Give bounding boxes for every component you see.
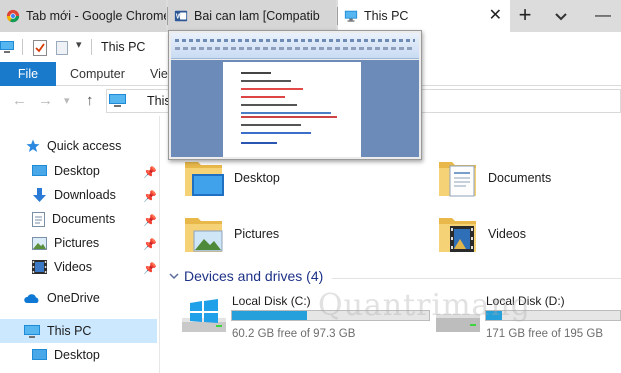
new-tab-button[interactable]: + <box>514 2 536 28</box>
divider <box>22 39 23 55</box>
desktop-icon <box>32 164 47 176</box>
tab-computer[interactable]: Computer <box>70 62 125 86</box>
pin-icon[interactable]: 📌 <box>143 166 157 179</box>
nav-label: Desktop <box>54 348 100 362</box>
tab-title: Tab mới - Google Chrome <box>26 9 166 23</box>
properties-icon[interactable] <box>33 40 47 56</box>
desktop-icon <box>32 348 47 360</box>
tab-title: This PC <box>364 9 409 23</box>
tab-new-tab[interactable]: Tab mới - Google Chrome <box>0 0 166 32</box>
onedrive-cloud-icon <box>24 293 39 303</box>
forward-arrow-icon[interactable]: → <box>38 92 53 109</box>
drive-free-space: 60.2 GB free of 97.3 GB <box>232 328 356 340</box>
folder-videos[interactable]: Videos <box>436 212 526 256</box>
tab-title: Bai can lam [Compatib <box>194 9 320 23</box>
thumbnail-page <box>223 62 361 157</box>
nav-label: Quick access <box>47 139 122 153</box>
folder-label: Pictures <box>234 227 280 241</box>
documents-folder-icon <box>439 162 476 197</box>
desktop-folder-icon <box>185 162 224 196</box>
recent-locations-chevron-icon[interactable]: ▾ <box>64 94 70 107</box>
nav-label: Downloads <box>54 188 116 202</box>
thumbnail-document-area <box>171 60 419 157</box>
pictures-folder-icon <box>185 218 223 252</box>
tab-file[interactable]: File <box>0 62 56 86</box>
folder-label: Desktop <box>234 171 280 185</box>
nav-onedrive[interactable]: OneDrive <box>24 286 100 310</box>
pin-icon[interactable]: 📌 <box>143 214 157 227</box>
this-pc-icon <box>109 94 126 107</box>
nav-label: Documents <box>52 212 116 226</box>
chevron-down-icon <box>169 273 179 280</box>
nav-quick-access[interactable]: Quick access <box>26 134 121 158</box>
devices-group-header[interactable]: Devices and drives (4) <box>168 268 323 284</box>
new-folder-icon[interactable] <box>56 41 68 55</box>
folder-documents[interactable]: Documents <box>436 156 551 200</box>
divider <box>91 39 92 55</box>
nav-label: Desktop <box>54 164 100 178</box>
nav-this-pc[interactable]: This PC <box>0 319 157 343</box>
download-icon <box>33 187 46 202</box>
drive-free-space: 171 GB free of 195 GB <box>486 328 603 340</box>
group-divider <box>332 278 621 279</box>
documents-icon <box>32 211 45 227</box>
videos-folder-icon <box>439 218 476 252</box>
pictures-icon <box>32 236 47 250</box>
thumbnail-ribbon <box>171 33 419 59</box>
nav-item-pictures[interactable]: Pictures <box>32 231 99 255</box>
drive-name: Local Disk (C:) <box>232 294 311 308</box>
up-arrow-icon[interactable]: ↑ <box>86 92 94 109</box>
word-icon: W <box>174 10 188 22</box>
nav-label: This PC <box>47 324 92 338</box>
folder-desktop[interactable]: Desktop <box>182 156 280 200</box>
chrome-icon <box>6 9 20 23</box>
navigation-pane: Quick access Desktop 📌 Downloads 📌 Docum… <box>0 116 160 373</box>
tab-this-pc[interactable]: This PC ✕ <box>338 0 510 32</box>
folder-label: Videos <box>488 227 526 241</box>
word-window-thumbnail-preview[interactable] <box>168 30 422 160</box>
videos-icon <box>32 260 47 274</box>
nav-label: OneDrive <box>47 291 100 305</box>
windows-drive-icon <box>182 299 226 332</box>
folder-label: Documents <box>488 171 552 185</box>
back-arrow-icon[interactable]: ← <box>12 92 27 109</box>
star-icon <box>26 139 40 152</box>
tab-search-chevron-icon[interactable] <box>551 6 571 26</box>
svg-text:W: W <box>176 14 183 21</box>
nav-label: Videos <box>54 260 92 274</box>
nav-this-pc-desktop[interactable]: Desktop <box>32 343 100 367</box>
folder-pictures[interactable]: Pictures <box>182 212 279 256</box>
pin-icon[interactable]: 📌 <box>143 262 157 275</box>
this-pc-icon <box>0 41 14 53</box>
nav-item-videos[interactable]: Videos <box>32 255 92 279</box>
this-pc-icon <box>344 10 358 22</box>
nav-item-desktop[interactable]: Desktop <box>32 159 100 183</box>
close-tab-icon[interactable]: ✕ <box>489 6 502 26</box>
nav-item-downloads[interactable]: Downloads <box>32 183 116 207</box>
window-title: This PC <box>101 40 146 54</box>
group-label: Devices and drives (4) <box>184 268 324 284</box>
watermark-logo: Quantrimang <box>318 288 531 323</box>
nav-item-documents[interactable]: Documents <box>32 207 115 231</box>
nav-label: Pictures <box>54 236 100 250</box>
pin-icon[interactable]: 📌 <box>143 190 157 203</box>
drive-usage-fill <box>232 311 307 320</box>
this-pc-icon <box>24 324 40 338</box>
tab-word-document[interactable]: W Bai can lam [Compatib <box>168 0 336 32</box>
pin-icon[interactable]: 📌 <box>143 238 157 251</box>
browser-tab-strip: Tab mới - Google Chrome W Bai can lam [C… <box>0 0 621 32</box>
customize-toolbar-icon[interactable]: ▾ <box>76 38 82 51</box>
minimize-window-button[interactable]: — <box>590 3 616 29</box>
